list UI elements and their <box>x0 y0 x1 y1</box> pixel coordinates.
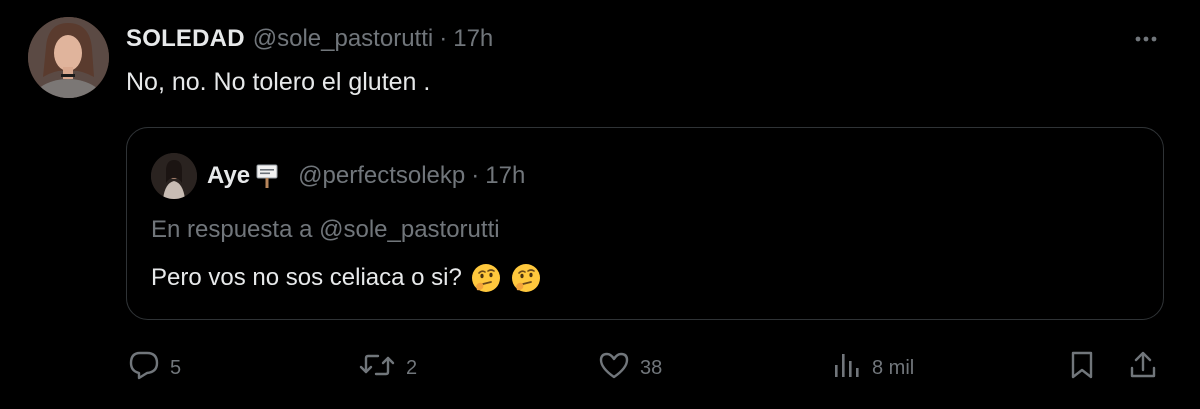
views-count: 8 mil <box>872 356 915 379</box>
retweet-count: 2 <box>406 356 418 379</box>
signpost-icon <box>254 163 280 189</box>
quoted-display-name: Aye <box>207 162 251 189</box>
thinking-face-icon <box>470 262 502 294</box>
author-handle[interactable]: @sole_pastorutti <box>253 25 433 53</box>
thinking-face-icon <box>510 262 542 294</box>
retweet-icon <box>358 352 396 384</box>
tweet-header: SOLEDAD @sole_pastorutti · 17h <box>126 24 493 54</box>
like-count: 38 <box>640 356 663 379</box>
tweet-card[interactable]: SOLEDAD @sole_pastorutti · 17h No, no. N… <box>0 0 1200 409</box>
quoted-text-row: Pero vos no sos celiaca o si? <box>151 262 542 294</box>
views-button[interactable]: 8 mil <box>832 350 914 386</box>
tweet-text: No, no. No tolero el gluten . <box>126 68 431 96</box>
separator-dot: · <box>439 25 448 52</box>
author-display-name[interactable]: SOLEDAD <box>126 25 245 53</box>
quoted-text: Pero vos no sos celiaca o si? <box>151 264 462 291</box>
comment-bubble-icon <box>128 350 160 386</box>
quoted-header: Aye @perfectsolekp · 17h <box>207 161 525 191</box>
bookmark-button[interactable] <box>1068 350 1096 386</box>
author-avatar[interactable] <box>28 17 109 98</box>
share-button[interactable] <box>1128 350 1158 386</box>
like-button[interactable]: 38 <box>598 350 662 386</box>
heart-icon <box>598 351 630 385</box>
quoted-reply-context: En respuesta a @sole_pastorutti <box>151 216 500 243</box>
bookmark-icon <box>1068 350 1096 386</box>
reply-button[interactable]: 5 <box>128 350 181 386</box>
quoted-handle: @perfectsolekp <box>298 162 466 189</box>
bar-chart-icon <box>832 351 862 385</box>
quoted-author-avatar <box>151 153 197 199</box>
reply-count: 5 <box>170 356 182 379</box>
more-options-button[interactable] <box>1128 26 1164 50</box>
tweet-timestamp[interactable]: 17h <box>453 25 493 53</box>
quoted-tweet[interactable]: Aye @perfectsolekp · 17h En respuesta a … <box>126 127 1164 320</box>
more-horizontal-icon <box>1135 29 1157 47</box>
retweet-button[interactable]: 2 <box>358 350 417 386</box>
quoted-separator-dot: · <box>471 162 480 189</box>
share-upload-icon <box>1128 350 1158 386</box>
quoted-timestamp: 17h <box>485 162 526 189</box>
